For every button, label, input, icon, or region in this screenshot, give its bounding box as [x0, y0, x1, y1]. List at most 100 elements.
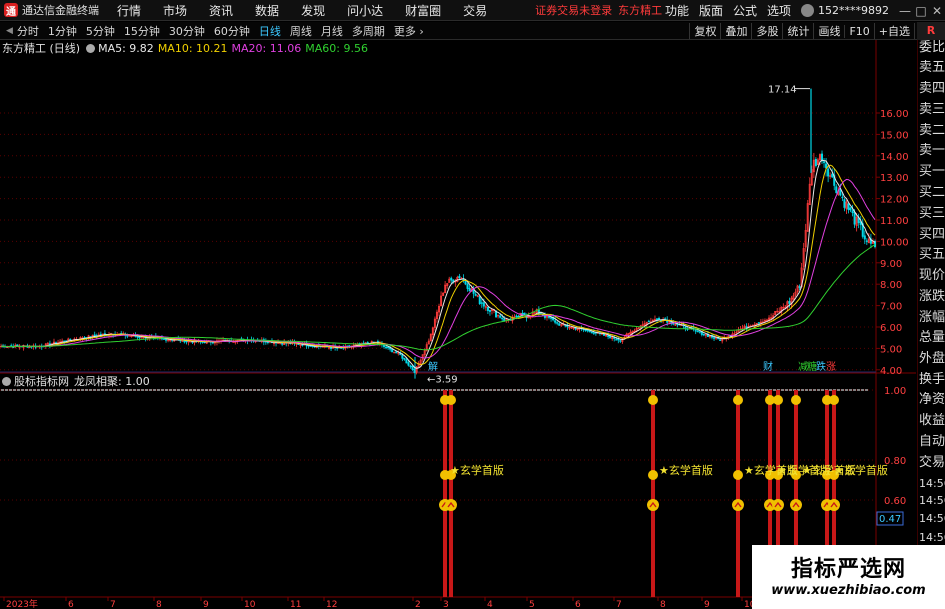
collapse-left-icon[interactable]: ◀ — [6, 26, 13, 36]
quote-panel-item[interactable]: 卖一 — [919, 143, 945, 158]
candle-body — [136, 336, 139, 338]
close-icon[interactable]: ✕ — [929, 4, 945, 18]
f10-button[interactable]: F10 — [844, 24, 873, 38]
quote-panel-item[interactable]: 买三 — [919, 206, 945, 221]
maximize-icon[interactable]: □ — [913, 4, 929, 18]
menu-gongneng[interactable]: 功能 — [665, 2, 689, 19]
quote-panel-item[interactable]: 卖四 — [919, 81, 945, 96]
period-15min[interactable]: 15分钟 — [124, 23, 160, 39]
quote-panel-item[interactable]: 净资 — [919, 392, 945, 407]
period-30min[interactable]: 30分钟 — [169, 23, 205, 39]
signal-coin-icon — [829, 395, 839, 405]
indicator-settings-icon[interactable] — [2, 376, 11, 386]
period-60min[interactable]: 60分钟 — [214, 23, 250, 39]
quote-panel-item[interactable]: 卖三 — [919, 102, 945, 117]
account-phone[interactable]: 152****9892 — [818, 4, 889, 17]
menu-jiaoyi[interactable]: 交易 — [463, 2, 487, 19]
quote-panel-item[interactable]: 14:56 — [919, 476, 945, 491]
candle-body — [719, 339, 722, 341]
user-icon[interactable] — [801, 4, 814, 17]
quote-panel-item[interactable]: 总量 — [919, 330, 945, 345]
candle-body — [165, 338, 168, 341]
quote-panel-item[interactable]: 涨幅 — [919, 310, 945, 325]
period-week[interactable]: 周线 — [290, 23, 312, 39]
date-tick-label: 4 — [487, 600, 493, 609]
candle-body — [713, 337, 716, 339]
candle-body — [554, 320, 557, 323]
quote-panel-item[interactable]: 卖五 — [919, 60, 945, 75]
quote-panel-item[interactable]: 卖二 — [919, 123, 945, 138]
quote-panel-item[interactable]: 换手 — [919, 372, 945, 387]
signal-label: ★玄学首版 — [659, 463, 713, 477]
quote-panel-item[interactable]: 收益 — [919, 413, 945, 428]
add-watchlist-button[interactable]: +自选 — [873, 23, 914, 39]
candle-body — [387, 346, 390, 349]
candle-body — [655, 318, 659, 320]
event-marker: 解 — [428, 360, 438, 373]
menu-shuju[interactable]: 数据 — [255, 2, 279, 19]
menu-hangqing[interactable]: 行情 — [117, 2, 141, 19]
statistics-button[interactable]: 统计 — [782, 23, 813, 39]
draw-line-button[interactable]: 画线 — [813, 23, 844, 39]
period-more[interactable]: 更多 › — [394, 23, 424, 39]
kline-chart[interactable]: 16.00 15.00 14.00 13.00 12.00 11.00 10.00 9.00 8… — [0, 40, 917, 609]
candle-body — [757, 322, 760, 324]
app-title: 通达信金融终端 — [22, 4, 99, 17]
quote-panel-item[interactable]: 外盘 — [919, 351, 945, 366]
candle-body — [788, 301, 791, 304]
menu-wenxiaoda[interactable]: 问小达 — [347, 2, 383, 19]
candle-body — [185, 340, 188, 343]
menu-caifuquan[interactable]: 财富圈 — [405, 2, 441, 19]
quote-panel-item[interactable]: 自动 — [919, 434, 945, 449]
period-1min[interactable]: 1分钟 — [48, 23, 77, 39]
quote-panel-item[interactable]: 交易 — [919, 455, 945, 470]
indicator-name[interactable]: 股标指标网 — [14, 373, 69, 389]
period-day[interactable]: 日线 — [259, 23, 281, 39]
minimize-icon[interactable]: — — [897, 4, 913, 18]
candle-body — [488, 309, 491, 312]
right-panel-toggle[interactable]: R — [917, 22, 945, 40]
signal-coin-icon — [733, 395, 743, 405]
stock-period-label[interactable]: 东方精工 (日线) — [2, 40, 80, 56]
quote-panel-item[interactable]: 买四 — [919, 227, 945, 242]
menu-faxian[interactable]: 发现 — [301, 2, 325, 19]
candle-body — [69, 338, 72, 341]
period-5min[interactable]: 5分钟 — [86, 23, 115, 39]
quote-panel-item[interactable]: 14:56 — [919, 493, 945, 508]
ma10-value: MA10: 10.21 — [157, 41, 228, 55]
price-tick-label: 5.00 — [880, 344, 902, 355]
menu-gongshi[interactable]: 公式 — [733, 2, 757, 19]
quote-panel-item[interactable]: 涨跌 — [919, 289, 945, 304]
quote-panel-item[interactable]: 14:56 — [919, 530, 945, 545]
quote-panel-item[interactable]: 14:56 — [919, 511, 945, 526]
date-tick-label: 7 — [616, 600, 622, 609]
quote-panel-item[interactable]: 委比 — [919, 40, 945, 55]
signal-up-icon — [445, 499, 457, 511]
price-axis: 16.00 15.00 14.00 13.00 12.00 11.00 10.00 9.00 8… — [427, 85, 909, 386]
quote-panel-item[interactable]: 买一 — [919, 164, 945, 179]
price-tick-label: 8.00 — [880, 280, 902, 291]
candle-body — [403, 357, 406, 360]
ma60-line — [0, 244, 876, 351]
menu-banmian[interactable]: 版面 — [699, 2, 723, 19]
menu-zixun[interactable]: 资讯 — [209, 2, 233, 19]
multi-stock-button[interactable]: 多股 — [751, 23, 782, 39]
menu-shichang[interactable]: 市场 — [163, 2, 187, 19]
period-fenshi[interactable]: 分时 — [17, 23, 39, 39]
quote-panel-item[interactable]: 现价 — [919, 268, 945, 283]
date-tick-label: 8 — [660, 600, 666, 609]
fuquan-button[interactable]: 复权 — [689, 23, 720, 39]
ma20-line — [0, 178, 876, 359]
period-month[interactable]: 月线 — [321, 23, 343, 39]
period-multi[interactable]: 多周期 — [352, 23, 385, 39]
menu-xuanxiang[interactable]: 选项 — [767, 2, 791, 19]
ma-settings-icon[interactable] — [86, 43, 96, 53]
date-tick-label: 6 — [575, 600, 581, 609]
overlay-button[interactable]: 叠加 — [720, 23, 751, 39]
quote-panel-item[interactable]: 买五 — [919, 247, 945, 262]
trade-status[interactable]: 证券交易未登录 — [535, 2, 612, 18]
quote-panel-item[interactable]: 买二 — [919, 185, 945, 200]
event-marker: 涨 — [826, 361, 836, 373]
candle-body — [835, 186, 838, 193]
candle-body — [458, 275, 461, 278]
